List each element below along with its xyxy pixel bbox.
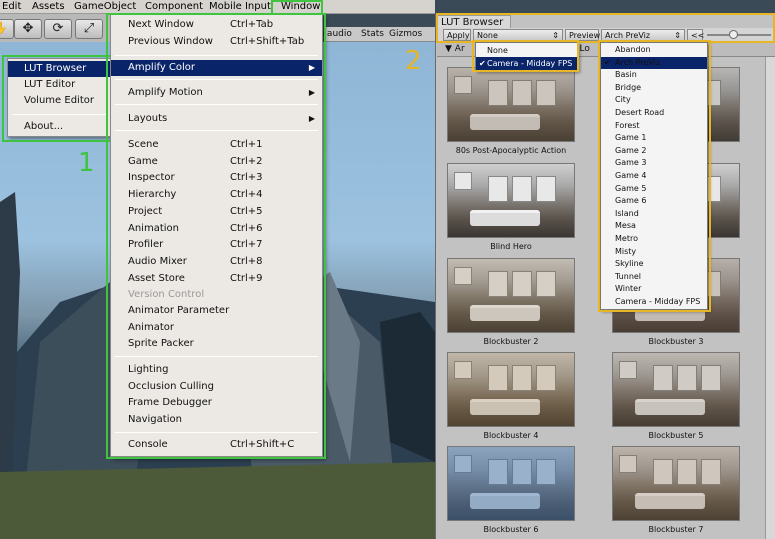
- lut-thumbnail-caption: Blockbuster 4: [483, 431, 539, 440]
- lut-thumbnail[interactable]: [447, 258, 575, 333]
- green-highlight-window-menu: [106, 13, 326, 459]
- lut-thumbnail[interactable]: [447, 67, 575, 142]
- yellow-highlight-toolbar: [436, 13, 775, 43]
- game-tab-stats[interactable]: Stats: [361, 29, 384, 39]
- menu-component[interactable]: Component: [145, 0, 203, 13]
- lut-thumbnail[interactable]: [447, 163, 575, 238]
- foldout-icon: ▼: [445, 44, 455, 54]
- game-toolbar: te audio Stats Gizmos: [315, 27, 435, 42]
- yellow-highlight-apply-list: [472, 40, 579, 72]
- move-icon[interactable]: ✥: [14, 19, 42, 39]
- green-highlight-submenu: [2, 55, 112, 142]
- tool-bar: ✋ ✥ ⟳ ⤢: [0, 14, 110, 42]
- hand-icon[interactable]: ✋: [0, 19, 14, 39]
- lut-thumbnail[interactable]: [612, 352, 740, 427]
- step-label-two: 2: [405, 46, 422, 76]
- lut-thumbnail-caption: Blockbuster 5: [648, 431, 704, 440]
- lut-thumbnail-caption: Blockbuster 7: [648, 525, 704, 534]
- step-label-one: 1: [78, 148, 95, 178]
- menu-assets[interactable]: Assets: [32, 0, 65, 13]
- lut-thumbnail[interactable]: [447, 352, 575, 427]
- lut-thumbnail-caption: 80s Post-Apocalyptic Action: [455, 146, 567, 155]
- menu-gameobject[interactable]: GameObject: [74, 0, 136, 13]
- menu-bar: Edit Assets GameObject Component Mobile …: [0, 0, 435, 14]
- menu-mobile-input[interactable]: Mobile Input: [209, 0, 271, 13]
- lut-thumbnail-caption: Blockbuster 6: [483, 525, 539, 534]
- game-tab-gizmos[interactable]: Gizmos: [389, 29, 422, 39]
- lut-thumbnail[interactable]: [612, 446, 740, 521]
- scale-icon[interactable]: ⤢: [75, 19, 103, 39]
- lut-thumbnail-caption: Blind Hero: [490, 242, 532, 251]
- lut-thumbnail[interactable]: [447, 446, 575, 521]
- lut-thumbnail-caption: Blockbuster 2: [483, 337, 539, 346]
- rotate-icon[interactable]: ⟳: [44, 19, 72, 39]
- lut-thumbnail-caption: Blockbuster 3: [648, 337, 704, 346]
- menu-edit[interactable]: Edit: [2, 0, 21, 13]
- yellow-highlight-preview-list: [598, 40, 711, 312]
- scrollbar[interactable]: [765, 57, 775, 539]
